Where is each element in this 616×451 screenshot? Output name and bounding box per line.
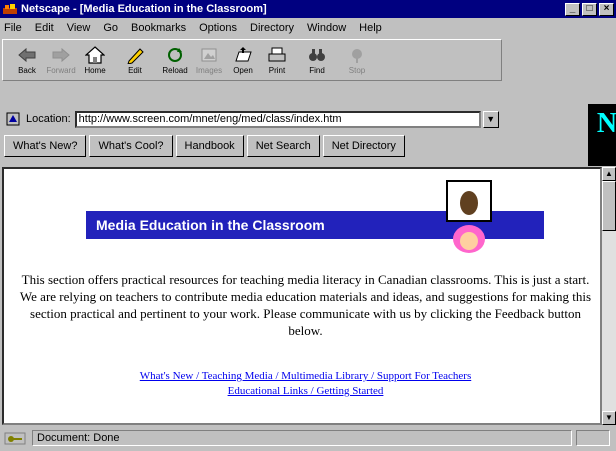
menu-edit[interactable]: Edit xyxy=(35,22,54,34)
netscape-logo[interactable]: N xyxy=(588,104,616,166)
menu-view[interactable]: View xyxy=(67,22,91,34)
images-button[interactable]: Images xyxy=(193,43,225,77)
net-directory-button[interactable]: Net Directory xyxy=(322,135,405,157)
stop-icon xyxy=(346,45,368,65)
security-key-icon[interactable] xyxy=(4,430,26,446)
window-title: Netscape - [Media Education in the Class… xyxy=(21,3,267,15)
images-label: Images xyxy=(195,66,223,75)
location-bar: Location: http://www.screen.com/mnet/eng… xyxy=(2,108,582,130)
mail-status-icon[interactable] xyxy=(576,429,610,446)
home-label: Home xyxy=(84,66,106,75)
whats-new-button[interactable]: What's New? xyxy=(4,135,87,157)
status-bar: Document: Done xyxy=(0,427,616,448)
reload-button[interactable]: Reload xyxy=(159,43,191,77)
back-button[interactable]: Back xyxy=(11,43,43,77)
print-icon xyxy=(266,45,288,65)
net-search-button[interactable]: Net Search xyxy=(246,135,320,157)
find-binoculars-icon xyxy=(306,45,328,65)
scroll-up-arrow[interactable]: ▲ xyxy=(602,167,616,181)
nav-links-line2[interactable]: Educational Links / Getting Started xyxy=(228,385,384,397)
netscape-app-icon[interactable] xyxy=(3,2,17,16)
menu-bookmarks[interactable]: Bookmarks xyxy=(131,22,186,34)
status-text: Document: Done xyxy=(32,429,572,446)
find-button[interactable]: Find xyxy=(301,43,333,77)
edit-pencil-icon xyxy=(124,45,146,65)
reload-icon xyxy=(164,45,186,65)
print-button[interactable]: Print xyxy=(261,43,293,77)
location-input[interactable]: http://www.screen.com/mnet/eng/med/class… xyxy=(74,110,481,128)
open-icon xyxy=(232,45,254,65)
back-arrow-icon xyxy=(16,45,38,65)
menu-go[interactable]: Go xyxy=(103,22,118,34)
close-button[interactable]: × xyxy=(599,2,614,16)
forward-arrow-icon xyxy=(50,45,72,65)
edit-button[interactable]: Edit xyxy=(119,43,151,77)
menu-directory[interactable]: Directory xyxy=(250,22,294,34)
location-dropdown-button[interactable]: ▼ xyxy=(482,110,499,128)
browser-window: Netscape - [Media Education in the Class… xyxy=(0,0,616,448)
scroll-down-arrow[interactable]: ▼ xyxy=(602,411,616,425)
back-label: Back xyxy=(18,66,36,75)
find-label: Find xyxy=(309,66,325,75)
nav-links-line1[interactable]: What's New / Teaching Media / Multimedia… xyxy=(140,370,471,382)
navigation-toolbar: Back Forward Home Edit Reload Images Ope… xyxy=(2,39,502,81)
stop-button[interactable]: Stop xyxy=(341,43,373,77)
logo-letter: N xyxy=(596,108,616,139)
title-bar: Netscape - [Media Education in the Class… xyxy=(0,0,616,18)
open-button[interactable]: Open xyxy=(227,43,259,77)
bookmark-icon[interactable] xyxy=(6,112,20,126)
vertical-scrollbar[interactable]: ▲ ▼ xyxy=(602,167,616,425)
minimize-button[interactable]: _ xyxy=(565,2,580,16)
forward-button[interactable]: Forward xyxy=(45,43,77,77)
location-label: Location: xyxy=(26,113,71,125)
reload-label: Reload xyxy=(162,66,188,75)
intro-paragraph: This section offers practical resources … xyxy=(19,272,592,338)
whats-cool-button[interactable]: What's Cool? xyxy=(89,135,173,157)
maximize-button[interactable]: □ xyxy=(582,2,597,16)
teacher-illustration xyxy=(439,179,499,257)
open-label: Open xyxy=(233,66,253,75)
home-icon xyxy=(84,45,106,65)
menu-file[interactable]: File xyxy=(4,22,22,34)
page-content: Media Education in the Classroom This se… xyxy=(2,167,602,425)
menu-options[interactable]: Options xyxy=(199,22,237,34)
images-icon xyxy=(198,45,220,65)
handbook-button[interactable]: Handbook xyxy=(175,135,244,157)
scroll-thumb[interactable] xyxy=(602,181,616,231)
menu-bar: File Edit View Go Bookmarks Options Dire… xyxy=(0,18,616,37)
menu-window[interactable]: Window xyxy=(307,22,346,34)
edit-label: Edit xyxy=(128,66,142,75)
menu-help[interactable]: Help xyxy=(359,22,382,34)
page-links: What's New / Teaching Media / Multimedia… xyxy=(18,369,593,399)
directory-buttons: What's New? What's Cool? Handbook Net Se… xyxy=(4,135,408,157)
home-button[interactable]: Home xyxy=(79,43,111,77)
stop-label: Stop xyxy=(348,66,366,75)
print-label: Print xyxy=(268,66,286,75)
forward-label: Forward xyxy=(46,66,76,75)
